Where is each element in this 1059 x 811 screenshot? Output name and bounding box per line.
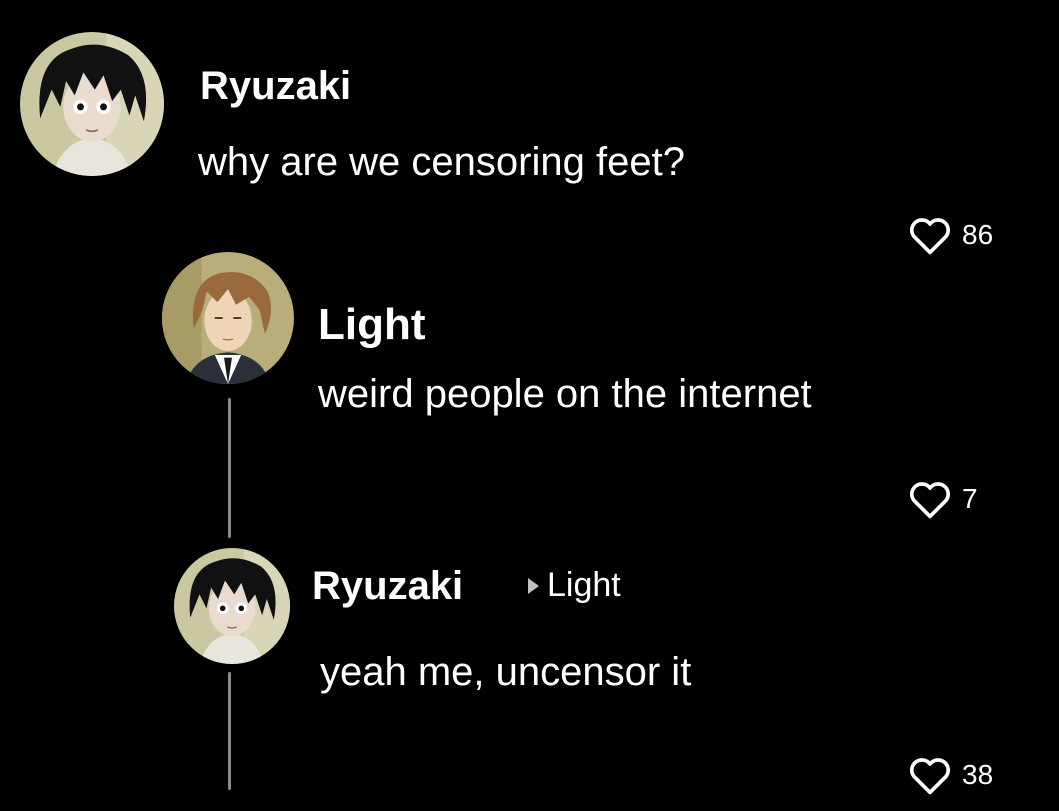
reply-to-name: Light xyxy=(547,566,621,604)
reply-to[interactable]: Light xyxy=(528,566,621,605)
like-button[interactable]: 7 xyxy=(908,478,978,520)
ryuzaki-avatar[interactable] xyxy=(20,32,164,176)
comment-thread: Ryuzaki why are we censoring feet? 86 Li… xyxy=(0,0,1059,811)
thread-line xyxy=(228,672,231,790)
comment-username[interactable]: Ryuzaki xyxy=(312,564,463,609)
thread-line xyxy=(228,398,231,538)
like-count: 38 xyxy=(962,759,994,790)
ryuzaki-avatar[interactable] xyxy=(174,548,290,664)
light-avatar-icon xyxy=(162,252,294,384)
light-avatar[interactable] xyxy=(162,252,294,384)
heart-outline-icon xyxy=(909,482,951,519)
comment-text: why are we censoring feet? xyxy=(198,140,685,184)
like-count: 7 xyxy=(962,483,978,514)
comment-text: yeah me, uncensor it xyxy=(320,650,692,694)
ryuzaki-avatar-icon xyxy=(174,548,290,664)
comment-username[interactable]: Ryuzaki xyxy=(200,64,351,109)
ryuzaki-avatar-icon xyxy=(20,32,164,176)
like-button[interactable]: 86 xyxy=(908,214,993,256)
comment-text: weird people on the internet xyxy=(318,372,812,416)
comment-username[interactable]: Light xyxy=(318,300,426,350)
heart-outline-icon xyxy=(909,758,951,795)
play-triangle-icon xyxy=(528,577,539,594)
like-count: 86 xyxy=(962,219,994,250)
like-button[interactable]: 38 xyxy=(908,754,993,796)
heart-outline-icon xyxy=(909,218,951,255)
